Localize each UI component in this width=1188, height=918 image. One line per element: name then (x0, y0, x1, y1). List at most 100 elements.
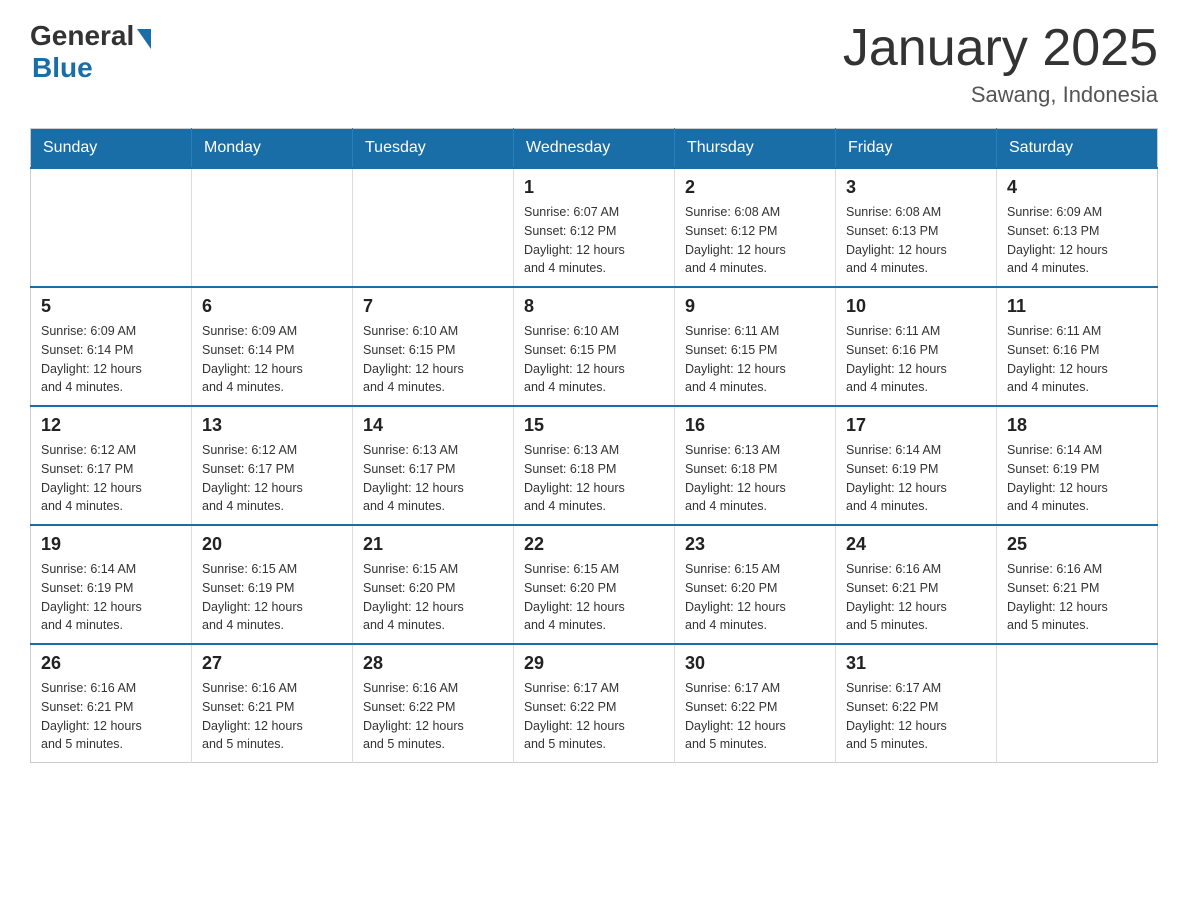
day-number: 13 (202, 415, 342, 436)
calendar-cell (997, 644, 1158, 763)
calendar-cell: 10 Sunrise: 6:11 AMSunset: 6:16 PMDayligh… (836, 287, 997, 406)
calendar-cell: 28 Sunrise: 6:16 AMSunset: 6:22 PMDayligh… (353, 644, 514, 763)
calendar-cell: 15Sunrise: 6:13 AMSunset: 6:18 PMDayligh… (514, 406, 675, 525)
calendar-cell (192, 168, 353, 287)
day-number: 6 (202, 296, 342, 317)
day-number: 24 (846, 534, 986, 555)
day-number: 23 (685, 534, 825, 555)
calendar-week-row: 26 Sunrise: 6:16 AMSunset: 6:21 PMDayligh… (31, 644, 1158, 763)
day-info: Sunrise: 6:14 AMSunset: 6:19 PMDaylight:… (41, 560, 181, 635)
calendar-cell: 4 Sunrise: 6:09 AMSunset: 6:13 PMDaylight… (997, 168, 1158, 287)
day-number: 28 (363, 653, 503, 674)
weekday-header-sunday: Sunday (31, 129, 192, 169)
calendar-cell: 18 Sunrise: 6:14 AMSunset: 6:19 PMDayligh… (997, 406, 1158, 525)
calendar-cell: 12Sunrise: 6:12 AMSunset: 6:17 PMDayligh… (31, 406, 192, 525)
day-info: Sunrise: 6:14 AMSunset: 6:19 PMDaylight:… (846, 441, 986, 516)
calendar-cell: 11Sunrise: 6:11 AMSunset: 6:16 PMDayligh… (997, 287, 1158, 406)
calendar-cell: 9 Sunrise: 6:11 AMSunset: 6:15 PMDaylight… (675, 287, 836, 406)
calendar-week-row: 12Sunrise: 6:12 AMSunset: 6:17 PMDayligh… (31, 406, 1158, 525)
day-number: 5 (41, 296, 181, 317)
day-number: 20 (202, 534, 342, 555)
day-info: Sunrise: 6:17 AMSunset: 6:22 PMDaylight:… (685, 679, 825, 754)
calendar-cell: 24 Sunrise: 6:16 AMSunset: 6:21 PMDayligh… (836, 525, 997, 644)
day-number: 4 (1007, 177, 1147, 198)
day-info: Sunrise: 6:15 AMSunset: 6:20 PMDaylight:… (524, 560, 664, 635)
day-number: 3 (846, 177, 986, 198)
day-number: 18 (1007, 415, 1147, 436)
calendar-cell: 31 Sunrise: 6:17 AMSunset: 6:22 PMDayligh… (836, 644, 997, 763)
weekday-header-saturday: Saturday (997, 129, 1158, 169)
day-info: Sunrise: 6:15 AMSunset: 6:20 PMDaylight:… (685, 560, 825, 635)
day-number: 14 (363, 415, 503, 436)
calendar-cell: 25 Sunrise: 6:16 AMSunset: 6:21 PMDayligh… (997, 525, 1158, 644)
day-info: Sunrise: 6:16 AMSunset: 6:21 PMDaylight:… (41, 679, 181, 754)
day-number: 31 (846, 653, 986, 674)
day-info: Sunrise: 6:10 AMSunset: 6:15 PMDaylight:… (524, 322, 664, 397)
day-info: Sunrise: 6:13 AMSunset: 6:18 PMDaylight:… (685, 441, 825, 516)
logo-blue-text: Blue (32, 52, 93, 84)
day-number: 27 (202, 653, 342, 674)
calendar-cell: 27 Sunrise: 6:16 AMSunset: 6:21 PMDayligh… (192, 644, 353, 763)
day-info: Sunrise: 6:16 AMSunset: 6:21 PMDaylight:… (202, 679, 342, 754)
day-info: Sunrise: 6:16 AMSunset: 6:22 PMDaylight:… (363, 679, 503, 754)
day-number: 29 (524, 653, 664, 674)
day-number: 16 (685, 415, 825, 436)
day-info: Sunrise: 6:11 AMSunset: 6:15 PMDaylight:… (685, 322, 825, 397)
calendar-cell: 5 Sunrise: 6:09 AMSunset: 6:14 PMDaylight… (31, 287, 192, 406)
weekday-header-friday: Friday (836, 129, 997, 169)
calendar-body: 1Sunrise: 6:07 AMSunset: 6:12 PMDaylight… (31, 168, 1158, 763)
day-number: 2 (685, 177, 825, 198)
day-info: Sunrise: 6:09 AMSunset: 6:13 PMDaylight:… (1007, 203, 1147, 278)
day-number: 19 (41, 534, 181, 555)
weekday-header-row: SundayMondayTuesdayWednesdayThursdayFrid… (31, 129, 1158, 169)
calendar-cell: 14 Sunrise: 6:13 AMSunset: 6:17 PMDayligh… (353, 406, 514, 525)
title-section: January 2025 Sawang, Indonesia (843, 20, 1158, 108)
calendar-cell: 29Sunrise: 6:17 AMSunset: 6:22 PMDayligh… (514, 644, 675, 763)
calendar-cell: 1Sunrise: 6:07 AMSunset: 6:12 PMDaylight… (514, 168, 675, 287)
day-info: Sunrise: 6:09 AMSunset: 6:14 PMDaylight:… (41, 322, 181, 397)
day-number: 26 (41, 653, 181, 674)
day-info: Sunrise: 6:15 AMSunset: 6:19 PMDaylight:… (202, 560, 342, 635)
calendar-cell: 22 Sunrise: 6:15 AMSunset: 6:20 PMDayligh… (514, 525, 675, 644)
day-info: Sunrise: 6:13 AMSunset: 6:17 PMDaylight:… (363, 441, 503, 516)
day-number: 9 (685, 296, 825, 317)
calendar-cell: 2Sunrise: 6:08 AMSunset: 6:12 PMDaylight… (675, 168, 836, 287)
day-number: 22 (524, 534, 664, 555)
calendar-cell: 17Sunrise: 6:14 AMSunset: 6:19 PMDayligh… (836, 406, 997, 525)
weekday-header-wednesday: Wednesday (514, 129, 675, 169)
calendar-cell (353, 168, 514, 287)
day-info: Sunrise: 6:16 AMSunset: 6:21 PMDaylight:… (1007, 560, 1147, 635)
calendar-cell: 16 Sunrise: 6:13 AMSunset: 6:18 PMDayligh… (675, 406, 836, 525)
day-number: 10 (846, 296, 986, 317)
calendar-header: SundayMondayTuesdayWednesdayThursdayFrid… (31, 129, 1158, 169)
weekday-header-thursday: Thursday (675, 129, 836, 169)
calendar-title: January 2025 (843, 20, 1158, 77)
calendar-cell: 6Sunrise: 6:09 AMSunset: 6:14 PMDaylight… (192, 287, 353, 406)
calendar-cell: 19 Sunrise: 6:14 AMSunset: 6:19 PMDayligh… (31, 525, 192, 644)
calendar-week-row: 5 Sunrise: 6:09 AMSunset: 6:14 PMDaylight… (31, 287, 1158, 406)
day-info: Sunrise: 6:10 AMSunset: 6:15 PMDaylight:… (363, 322, 503, 397)
day-info: Sunrise: 6:11 AMSunset: 6:16 PMDaylight:… (846, 322, 986, 397)
day-info: Sunrise: 6:16 AMSunset: 6:21 PMDaylight:… (846, 560, 986, 635)
day-number: 11 (1007, 296, 1147, 317)
page-header: General Blue January 2025 Sawang, Indone… (30, 20, 1158, 108)
calendar-cell: 13 Sunrise: 6:12 AMSunset: 6:17 PMDayligh… (192, 406, 353, 525)
day-info: Sunrise: 6:15 AMSunset: 6:20 PMDaylight:… (363, 560, 503, 635)
calendar-table: SundayMondayTuesdayWednesdayThursdayFrid… (30, 128, 1158, 763)
calendar-cell: 21 Sunrise: 6:15 AMSunset: 6:20 PMDayligh… (353, 525, 514, 644)
calendar-cell: 26 Sunrise: 6:16 AMSunset: 6:21 PMDayligh… (31, 644, 192, 763)
calendar-week-row: 1Sunrise: 6:07 AMSunset: 6:12 PMDaylight… (31, 168, 1158, 287)
day-number: 8 (524, 296, 664, 317)
day-info: Sunrise: 6:14 AMSunset: 6:19 PMDaylight:… (1007, 441, 1147, 516)
calendar-cell (31, 168, 192, 287)
weekday-header-tuesday: Tuesday (353, 129, 514, 169)
day-number: 7 (363, 296, 503, 317)
day-number: 25 (1007, 534, 1147, 555)
day-info: Sunrise: 6:12 AMSunset: 6:17 PMDaylight:… (202, 441, 342, 516)
day-info: Sunrise: 6:13 AMSunset: 6:18 PMDaylight:… (524, 441, 664, 516)
day-info: Sunrise: 6:17 AMSunset: 6:22 PMDaylight:… (846, 679, 986, 754)
weekday-header-monday: Monday (192, 129, 353, 169)
logo-general-text: General (30, 20, 134, 52)
calendar-cell: 30Sunrise: 6:17 AMSunset: 6:22 PMDayligh… (675, 644, 836, 763)
day-number: 21 (363, 534, 503, 555)
